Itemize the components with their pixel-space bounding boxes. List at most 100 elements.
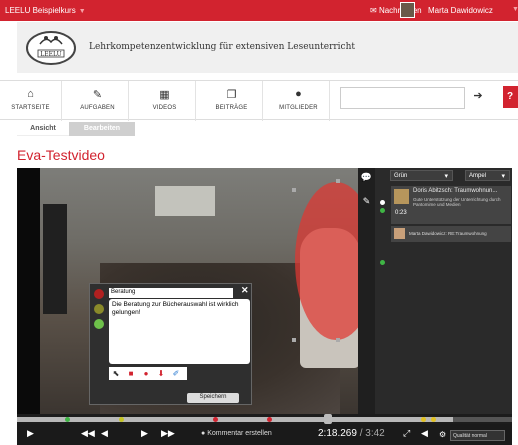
- note-toolbar: ⬉ ■ ● ⬇ ✐: [109, 367, 187, 380]
- ellipse-tool-icon[interactable]: ●: [141, 369, 151, 379]
- book-icon: ❐: [226, 89, 237, 101]
- site-header: LEELU Lehrkompetenzentwicklung für exten…: [17, 22, 518, 73]
- video-board-scene: [43, 204, 67, 314]
- user-avatar[interactable]: [400, 2, 415, 18]
- volume-icon[interactable]: ◀: [421, 428, 428, 439]
- annotation-note-dialog: Beratung ✕ Die Beratung zur Bücherauswah…: [89, 283, 252, 405]
- envelope-icon: ✉: [370, 6, 377, 15]
- green-traffic-light[interactable]: [94, 319, 104, 329]
- mode-select-value: Ampel: [469, 173, 487, 179]
- color-select-value: Grün: [394, 173, 408, 179]
- play-icon[interactable]: ▶: [27, 428, 34, 439]
- comment-marker: [380, 208, 385, 213]
- timeline-marker[interactable]: [213, 417, 218, 422]
- nav-startseite[interactable]: ⌂ STARTSEITE: [0, 81, 62, 121]
- timeline[interactable]: [17, 414, 512, 424]
- arrow-tool-icon[interactable]: ⬇: [156, 369, 166, 379]
- nav-label: STARTSEITE: [11, 105, 50, 111]
- nav-label: AUFGABEN: [80, 105, 115, 111]
- fullscreen-icon[interactable]: ⤢: [403, 428, 410, 439]
- search-submit-arrow-icon[interactable]: ➔: [470, 89, 486, 107]
- side-toolbar: 💬 ✎: [358, 168, 375, 414]
- duration: 3:42: [365, 428, 385, 439]
- tab-bearbeiten[interactable]: Bearbeiten: [69, 122, 135, 136]
- comment-item[interactable]: Marta Dawidowicz: RE:Traumwohnung: [391, 226, 511, 242]
- comment-time: 0:23: [395, 210, 407, 216]
- timeline-marker[interactable]: [430, 417, 436, 422]
- mode-select[interactable]: Ampel ▾: [465, 170, 510, 181]
- note-text-area[interactable]: Die Beratung zur Bücherauswahl ist wirkl…: [109, 299, 250, 364]
- create-comment-button[interactable]: ● Kommentar erstellen: [201, 430, 272, 437]
- speech-bubble-icon[interactable]: 💬: [360, 172, 373, 186]
- nav-aufgaben[interactable]: ✎ AUFGABEN: [67, 81, 129, 121]
- site-title: Lehrkompetenzentwicklung für extensiven …: [89, 42, 356, 52]
- annotation-sidepanel: 💬 ✎ Grün ▾ Ampel ▾ Doris Abitzsch: Traumwo…: [358, 168, 512, 414]
- color-select[interactable]: Grün ▾: [390, 170, 453, 181]
- course-name: LEELU Beispielkurs: [5, 6, 76, 15]
- eraser-tool-icon[interactable]: ✐: [171, 369, 181, 379]
- comment-item[interactable]: Doris Abitzsch: Traumwohnun... 0:23 Gute…: [391, 186, 511, 224]
- page-title: Eva-Testvideo: [17, 147, 105, 163]
- current-time: 2:18.269: [318, 428, 357, 439]
- home-icon: ⌂: [27, 88, 34, 100]
- nav-beitraege[interactable]: ❐ BEITRÄGE: [201, 81, 263, 121]
- step-back-icon[interactable]: ◀: [101, 428, 108, 439]
- note-title-input[interactable]: Beratung: [109, 288, 233, 298]
- tab-ansicht[interactable]: Ansicht: [17, 122, 69, 136]
- cursor-icon[interactable]: ⬉: [111, 369, 121, 379]
- user-chevron-icon[interactable]: ▼: [512, 6, 518, 13]
- course-selector[interactable]: LEELU Beispielkurs ▼: [5, 6, 86, 15]
- red-traffic-light[interactable]: [94, 289, 104, 299]
- comment-avatar: [394, 228, 405, 239]
- timeline-marker[interactable]: [420, 417, 426, 422]
- close-icon[interactable]: ✕: [241, 285, 249, 296]
- quality-value: Qualität normal: [453, 433, 487, 439]
- resize-handle[interactable]: [292, 188, 296, 192]
- comment-marker: [380, 200, 385, 205]
- pencil-icon: ✎: [92, 89, 103, 101]
- search-input[interactable]: [340, 87, 465, 109]
- top-bar: LEELU Beispielkurs▼ ✉ Nachrichten Marta …: [0, 0, 518, 21]
- resize-handle[interactable]: [336, 338, 340, 342]
- nav-videos[interactable]: ▦ VIDEOS: [134, 81, 196, 121]
- logo-text: LEELU: [40, 51, 61, 58]
- chevron-down-icon: ▾: [444, 173, 448, 180]
- comment-title: Marta Dawidowicz: RE:Traumwohnung: [409, 231, 487, 236]
- timeline-scrubber[interactable]: [323, 414, 332, 424]
- nav-label: VIDEOS: [152, 105, 177, 111]
- pencil-icon[interactable]: ✎: [360, 196, 373, 210]
- timeline-marker[interactable]: [118, 417, 124, 422]
- leelu-logo[interactable]: LEELU: [24, 26, 79, 68]
- create-comment-label: Kommentar erstellen: [207, 430, 272, 437]
- save-button[interactable]: Speichern: [187, 393, 239, 403]
- resize-handle[interactable]: [292, 338, 296, 342]
- video-letterbox: [17, 168, 40, 414]
- nav-mitglieder[interactable]: ● MITGLIEDER: [268, 81, 330, 121]
- comment-marker: [380, 260, 385, 265]
- comment-title: Doris Abitzsch: Traumwohnun...: [413, 188, 498, 194]
- yellow-traffic-light[interactable]: [94, 304, 104, 314]
- player-controls: ▶ ◀◀ ◀ ▶ ▶▶ ● Kommentar erstellen 2:18.2…: [17, 424, 512, 445]
- comment-text: Gute Unterstützung der Unterrichtung dur…: [413, 197, 501, 207]
- chevron-down-icon: ▼: [78, 8, 86, 15]
- nav-label: MITGLIEDER: [279, 105, 318, 111]
- gear-icon[interactable]: ⚙: [439, 430, 446, 439]
- timeline-marker[interactable]: [64, 417, 70, 422]
- person-icon: ●: [295, 88, 302, 100]
- timeline-progress: [17, 417, 453, 422]
- fast-forward-icon[interactable]: ▶▶: [161, 428, 175, 439]
- speech-bubble-icon: ●: [201, 430, 206, 437]
- video-window-scene: [155, 186, 215, 216]
- user-menu[interactable]: Marta Dawidowicz: [428, 6, 493, 15]
- film-icon: ▦: [159, 89, 170, 101]
- time-display: 2:18.269 / 3:42: [318, 428, 385, 439]
- comment-avatar: [394, 189, 409, 204]
- rectangle-tool-icon[interactable]: ■: [126, 369, 136, 379]
- rewind-icon[interactable]: ◀◀: [81, 428, 95, 439]
- nav-label: BEITRÄGE: [215, 105, 248, 111]
- chevron-down-icon: ▾: [501, 173, 505, 180]
- quality-select[interactable]: Qualität normal: [450, 430, 505, 441]
- help-button[interactable]: ?: [503, 86, 518, 108]
- step-forward-icon[interactable]: ▶: [141, 428, 148, 439]
- resize-handle[interactable]: [336, 179, 340, 183]
